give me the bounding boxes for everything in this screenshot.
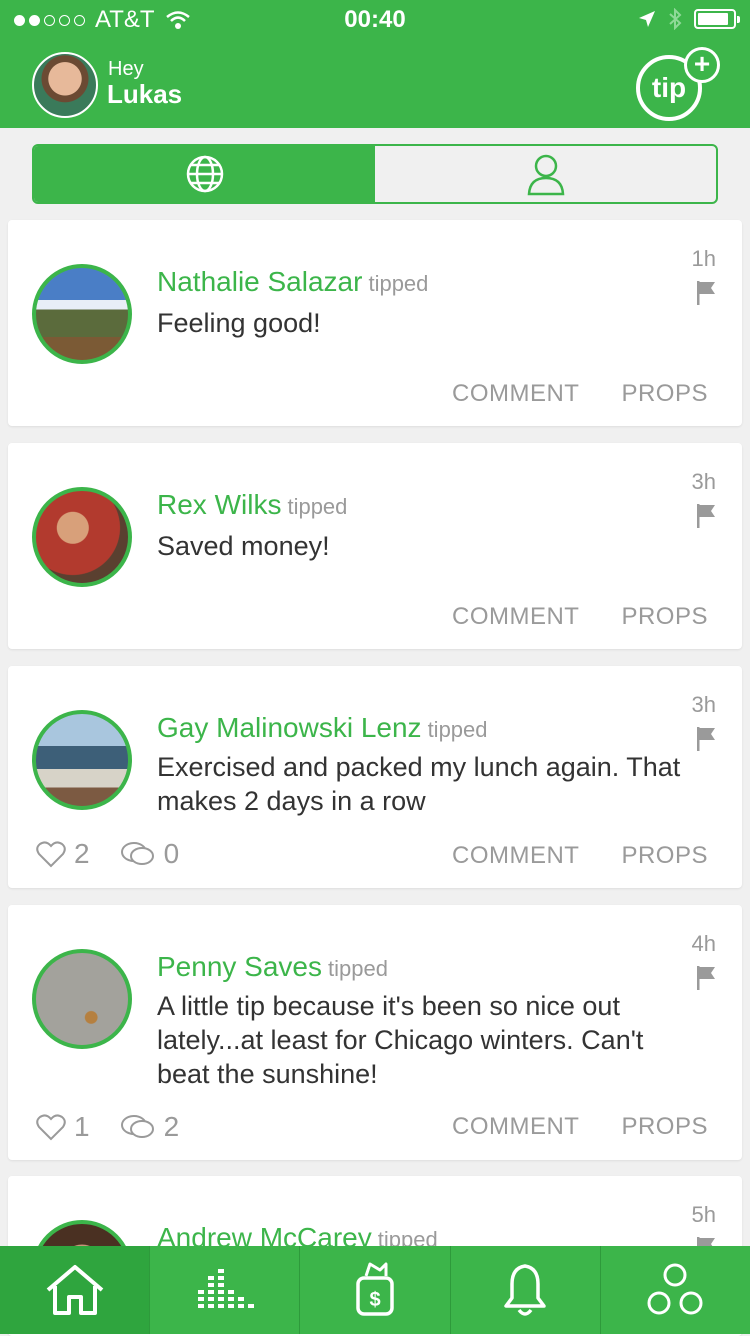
- svg-text:$: $: [369, 1289, 380, 1311]
- like-count[interactable]: 1: [36, 1111, 90, 1143]
- flag-icon[interactable]: [696, 726, 716, 752]
- avatar[interactable]: [32, 710, 132, 810]
- status-bar: AT&T 00:40: [0, 0, 750, 40]
- tab-personal[interactable]: [375, 146, 716, 202]
- feed-card: Rex Wilks tipped Saved money! 3h COMMENT …: [8, 443, 742, 649]
- action-verb: tipped: [328, 956, 388, 981]
- comment-button[interactable]: COMMENT: [452, 380, 579, 408]
- my-avatar[interactable]: [32, 52, 98, 118]
- comment-button[interactable]: COMMENT: [452, 603, 579, 631]
- action-verb: tipped: [427, 717, 488, 742]
- bell-icon: [504, 1264, 546, 1316]
- props-button[interactable]: PROPS: [621, 1113, 708, 1141]
- stats-icon: [197, 1269, 254, 1308]
- tab-groups[interactable]: [599, 1246, 750, 1334]
- timestamp: 1h: [691, 246, 716, 271]
- action-verb: tipped: [368, 271, 429, 296]
- globe-icon: [186, 155, 223, 193]
- tab-stats[interactable]: [149, 1246, 299, 1334]
- action-verb: tipped: [287, 494, 348, 519]
- avatar[interactable]: [32, 487, 132, 587]
- comment-bubble-icon: [120, 1115, 154, 1138]
- flag-icon[interactable]: [696, 965, 716, 991]
- author-name[interactable]: Penny Saves tipped: [157, 951, 388, 983]
- heart-icon: [36, 1114, 66, 1141]
- tab-savings[interactable]: $: [299, 1246, 449, 1334]
- comment-count[interactable]: 0: [120, 838, 179, 870]
- author-name[interactable]: Rex Wilks tipped: [157, 489, 347, 521]
- tab-home[interactable]: [0, 1246, 150, 1334]
- bluetooth-icon: [669, 8, 682, 30]
- bottom-tab-bar: $: [0, 1246, 750, 1334]
- flag-icon[interactable]: [696, 503, 716, 529]
- username: Lukas: [107, 79, 183, 109]
- author-name[interactable]: Nathalie Salazar tipped: [157, 266, 428, 298]
- timestamp: 4h: [691, 931, 716, 956]
- feed-filter: [32, 144, 718, 204]
- tip-label: tip: [651, 72, 687, 103]
- app-header: AT&T 00:40 Hey Lukas tip +: [0, 0, 750, 128]
- avatar[interactable]: [32, 264, 132, 364]
- flag-icon[interactable]: [696, 280, 716, 306]
- tip-message: A little tip because it's been so nice o…: [157, 991, 644, 1089]
- tab-notifications[interactable]: [449, 1246, 600, 1334]
- timestamp: 3h: [691, 469, 716, 494]
- feed-card: Nathalie Salazar tipped Feeling good! 1h …: [8, 220, 742, 426]
- location-icon: [639, 11, 655, 27]
- greeting: Hey: [108, 58, 144, 80]
- heart-icon: [36, 841, 66, 868]
- feed-card: Penny Saves tipped A little tip because i…: [8, 905, 742, 1160]
- circles-icon: [647, 1263, 703, 1315]
- timestamp: 5h: [691, 1202, 716, 1227]
- tip-message: Saved money!: [157, 531, 330, 561]
- comment-bubble-icon: [120, 842, 154, 865]
- props-button[interactable]: PROPS: [621, 842, 708, 870]
- like-count[interactable]: 2: [36, 838, 90, 870]
- comment-button[interactable]: COMMENT: [452, 842, 579, 870]
- comment-button[interactable]: COMMENT: [452, 1113, 579, 1141]
- avatar[interactable]: [32, 949, 132, 1049]
- jar-icon: $: [356, 1262, 394, 1316]
- feed-card: Gay Malinowski Lenz tipped Exercised and …: [8, 666, 742, 888]
- timestamp: 3h: [691, 692, 716, 717]
- comment-count[interactable]: 2: [120, 1111, 179, 1143]
- user-icon: [527, 154, 564, 196]
- props-button[interactable]: PROPS: [621, 603, 708, 631]
- tab-global[interactable]: [34, 146, 375, 202]
- tip-message: Feeling good!: [157, 308, 321, 338]
- author-name[interactable]: Gay Malinowski Lenz tipped: [157, 712, 488, 744]
- plus-icon[interactable]: +: [684, 47, 720, 83]
- tip-message: Exercised and packed my lunch again. Tha…: [157, 752, 681, 816]
- battery-icon: [694, 9, 740, 29]
- props-button[interactable]: PROPS: [621, 380, 708, 408]
- home-icon: [46, 1265, 103, 1315]
